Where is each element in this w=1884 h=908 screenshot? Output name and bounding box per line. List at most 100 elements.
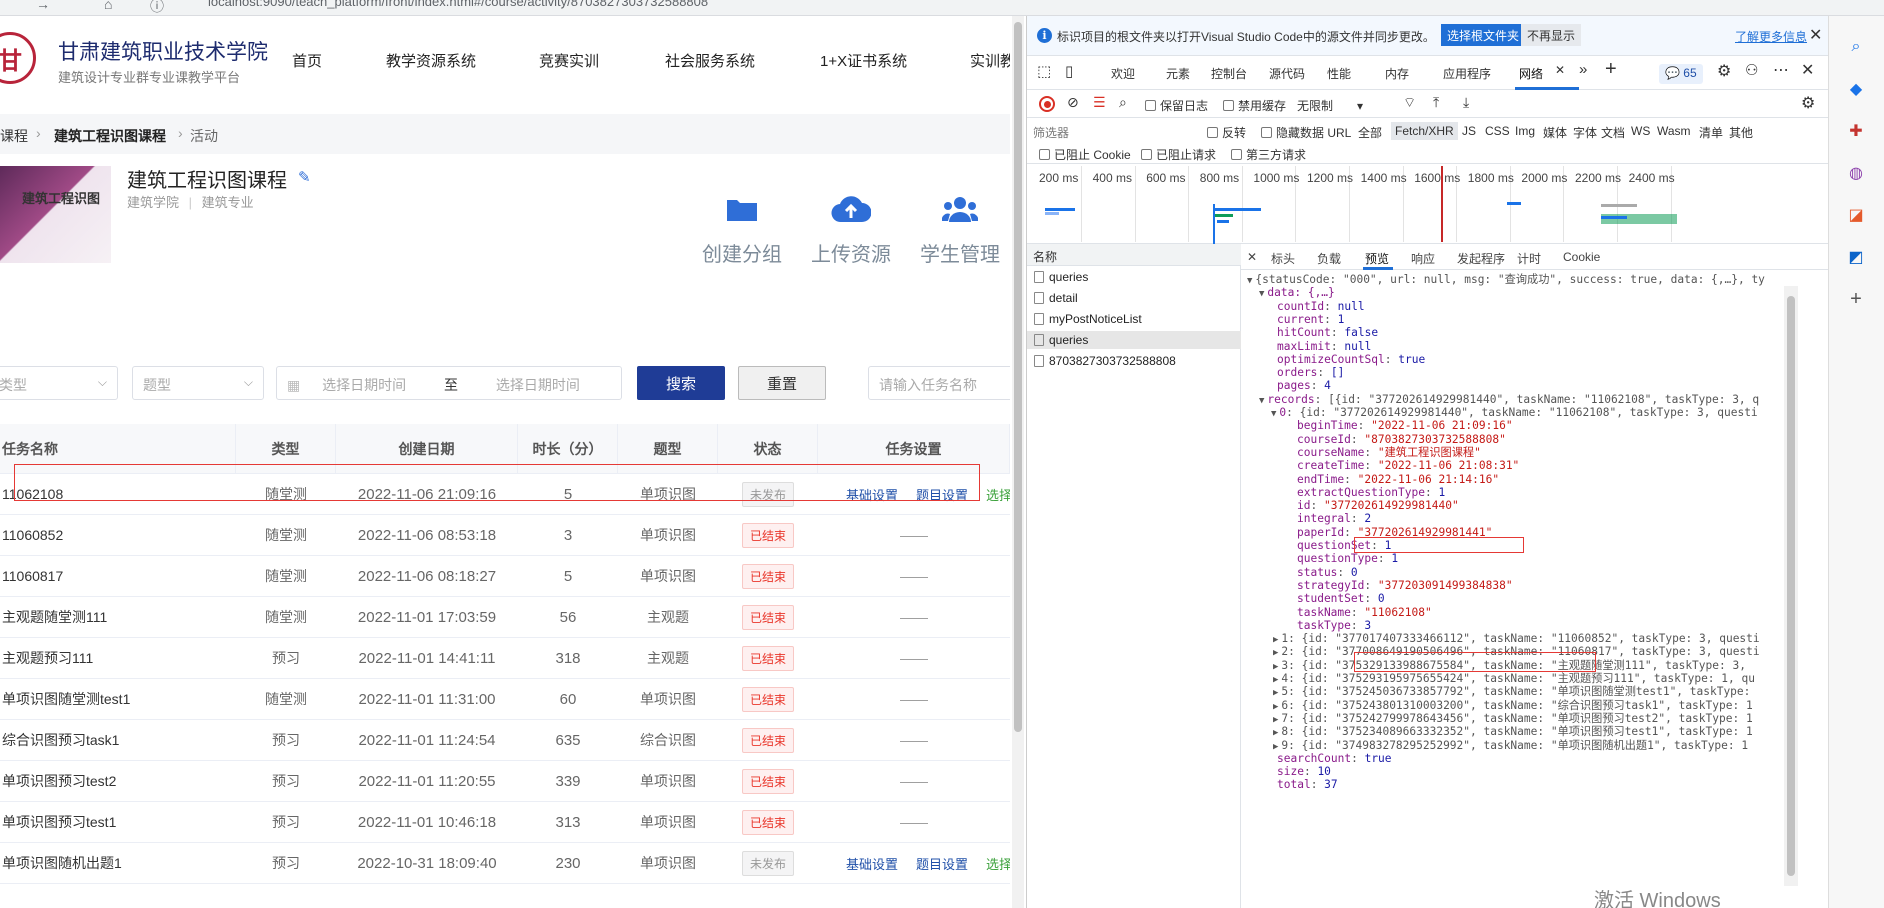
choose-root-folder-button[interactable]: 选择根文件夹 <box>1441 24 1526 46</box>
task-name-search-input[interactable]: 请输入任务名称 <box>868 366 1010 400</box>
filter-type-all[interactable]: 全部 <box>1358 124 1382 141</box>
filter-type-manifest[interactable]: 清单 <box>1699 124 1723 141</box>
disable-cache-checkbox[interactable]: 禁用缓存 <box>1223 97 1286 114</box>
request-row[interactable]: queries <box>1027 268 1241 286</box>
forward-icon[interactable]: → <box>36 0 50 12</box>
games-icon[interactable]: ◍ <box>1845 162 1867 184</box>
network-settings-icon[interactable]: ⚙ <box>1801 93 1815 113</box>
expanded-caret-icon[interactable]: ▼ <box>1271 409 1276 419</box>
filter-type-ws[interactable]: WS <box>1631 124 1650 138</box>
third-party-checkbox[interactable]: 第三方请求 <box>1231 146 1306 163</box>
table-row[interactable]: 综合识图预习task1 预习 2022-11-01 11:24:54 635 综合识图 已… <box>0 720 1010 761</box>
hide-data-urls-checkbox[interactable]: 隐藏数据 URL <box>1261 124 1351 141</box>
filter-type-img[interactable]: Img <box>1515 124 1535 138</box>
throttle-select[interactable]: 无限制 ▾ <box>1297 97 1363 114</box>
tab-application[interactable]: 应用程序 <box>1443 65 1491 82</box>
filter-icon[interactable]: ☰ <box>1093 94 1106 111</box>
filter-type-js[interactable]: JS <box>1462 124 1476 138</box>
tab-elements[interactable]: 元素 <box>1166 65 1190 82</box>
close-detail-icon[interactable]: ✕ <box>1247 250 1257 264</box>
basic-settings-link[interactable]: 基础设置 <box>846 854 898 873</box>
preview-scrollbar-thumb[interactable] <box>1787 296 1795 876</box>
breadcrumb-course[interactable]: 课程 <box>0 126 28 146</box>
expanded-caret-icon[interactable]: ▼ <box>1247 276 1252 286</box>
nav-training[interactable]: 实训教 <box>970 50 1010 71</box>
office-icon[interactable]: ◪ <box>1845 204 1867 226</box>
date-end-input[interactable]: 选择日期时间 <box>496 377 580 393</box>
tab-cookies[interactable]: Cookie <box>1563 250 1600 264</box>
filter-type-doc[interactable]: 文档 <box>1601 124 1625 141</box>
inspect-icon[interactable]: ⬚ <box>1037 62 1051 80</box>
expanded-caret-icon[interactable]: ▼ <box>1259 396 1264 406</box>
filter-type-css[interactable]: CSS <box>1485 124 1510 138</box>
question-settings-link[interactable]: 题目设置 <box>916 854 968 873</box>
home-icon[interactable]: ⌂ <box>104 0 112 12</box>
filter-type-fetch-xhr[interactable]: Fetch/XHR <box>1391 122 1458 140</box>
blocked-requests-checkbox[interactable]: 已阻止请求 <box>1141 146 1216 163</box>
tab-initiator[interactable]: 发起程序 <box>1457 250 1505 267</box>
filter-type-font[interactable]: 字体 <box>1573 124 1597 141</box>
select-students-link[interactable]: 选择学 <box>986 485 1010 504</box>
request-row[interactable]: queries <box>1027 331 1241 349</box>
table-row[interactable]: 11062108 随堂测 2022-11-06 21:09:16 5 单项识图 未发布 基础… <box>0 474 1010 515</box>
add-tab-icon[interactable]: + <box>1605 58 1617 81</box>
tab-console[interactable]: 控制台 <box>1211 65 1247 82</box>
clear-icon[interactable]: ⊘ <box>1067 94 1079 111</box>
tab-timing[interactable]: 计时 <box>1517 250 1541 267</box>
close-devtools-icon[interactable]: ✕ <box>1801 60 1814 80</box>
address-bar[interactable]: localhost:9090/teach_platform/front/inde… <box>208 0 708 9</box>
tab-response[interactable]: 响应 <box>1411 250 1435 267</box>
table-row[interactable]: 单项识图预习test2 预习 2022-11-01 11:20:55 339 单项识图 已… <box>0 761 1010 802</box>
issues-badge[interactable]: 💬 65 <box>1659 64 1703 84</box>
nav-1x-cert[interactable]: 1+X证书系统 <box>820 50 907 71</box>
learn-more-link[interactable]: 了解更多信息 <box>1735 28 1807 45</box>
more-options-icon[interactable]: ⋯ <box>1773 60 1789 80</box>
user-icon[interactable]: ⚇ <box>1745 61 1758 79</box>
upload-resource-button[interactable]: 上传资源 <box>791 192 911 267</box>
request-row[interactable]: myPostNoticeList <box>1027 310 1241 328</box>
tab-welcome[interactable]: 欢迎 <box>1111 65 1135 82</box>
question-settings-link[interactable]: 题目设置 <box>916 485 968 504</box>
search-icon[interactable]: ⌕ <box>1119 94 1127 111</box>
preserve-log-checkbox[interactable]: 保留日志 <box>1145 97 1208 114</box>
export-har-icon[interactable]: ⤓ <box>1463 94 1469 111</box>
nav-home[interactable]: 首页 <box>292 50 322 71</box>
import-har-icon[interactable]: ⤒ <box>1433 94 1439 111</box>
request-row[interactable]: detail <box>1027 289 1241 307</box>
request-row[interactable]: 8703827303732588808 <box>1027 352 1241 370</box>
filter-type-media[interactable]: 媒体 <box>1543 124 1567 141</box>
device-toolbar-icon[interactable]: ▯ <box>1065 62 1073 80</box>
table-row[interactable]: 主观题随堂测111 随堂测 2022-11-01 17:03:59 56 主观题 已结束 —… <box>0 597 1010 638</box>
select-students-link[interactable]: 选择学 <box>986 854 1010 873</box>
shopping-icon[interactable]: ◆ <box>1845 78 1867 100</box>
table-row[interactable]: 单项识图预习test1 预习 2022-11-01 10:46:18 313 单项识图 已… <box>0 802 1010 843</box>
table-row[interactable]: 单项识图随堂测test1 随堂测 2022-11-01 11:31:00 60 单项识图… <box>0 679 1010 720</box>
student-manage-button[interactable]: 学生管理 <box>900 192 1010 267</box>
edit-icon[interactable]: ✎ <box>298 168 311 186</box>
more-tabs-icon[interactable]: » <box>1579 61 1587 78</box>
create-group-button[interactable]: 创建分组 <box>682 192 802 267</box>
close-icon[interactable]: ✕ <box>1809 25 1822 45</box>
tab-sources[interactable]: 源代码 <box>1269 65 1305 82</box>
search-button[interactable]: 搜索 <box>637 366 725 400</box>
tab-payload[interactable]: 负载 <box>1317 250 1341 267</box>
invert-checkbox[interactable]: 反转 <box>1207 124 1246 141</box>
qtype-select[interactable]: 题型 ⌵ <box>132 366 264 400</box>
tab-network[interactable]: 网络 <box>1519 65 1543 82</box>
expanded-caret-icon[interactable]: ▼ <box>1259 289 1264 299</box>
nav-social-service[interactable]: 社会服务系统 <box>665 50 755 71</box>
outlook-icon[interactable]: ◩ <box>1845 246 1867 268</box>
type-select[interactable]: 类型 ⌵ <box>0 366 118 400</box>
table-row[interactable]: 单项识图随机出题1 预习 2022-10-31 18:09:40 230 单项识图 未发布… <box>0 843 1010 884</box>
tab-memory[interactable]: 内存 <box>1385 65 1409 82</box>
dont-show-again-button[interactable]: 不再显示 <box>1521 24 1582 46</box>
tab-headers[interactable]: 标头 <box>1271 250 1295 267</box>
reset-button[interactable]: 重置 <box>738 366 826 400</box>
table-row[interactable]: 11060817 随堂测 2022-11-06 08:18:27 5 单项识图 已结束 —— <box>0 556 1010 597</box>
gear-icon[interactable]: ⚙ <box>1717 61 1731 81</box>
basic-settings-link[interactable]: 基础设置 <box>846 485 898 504</box>
date-start-input[interactable]: 选择日期时间 <box>322 377 406 393</box>
breadcrumb-course-name[interactable]: 建筑工程识图课程 <box>54 126 166 146</box>
table-row[interactable]: 11060852 随堂测 2022-11-06 08:53:18 3 单项识图 已结束 —— <box>0 515 1010 556</box>
table-row[interactable]: 主观题预习111 预习 2022-11-01 14:41:11 318 主观题 已结束 —— <box>0 638 1010 679</box>
